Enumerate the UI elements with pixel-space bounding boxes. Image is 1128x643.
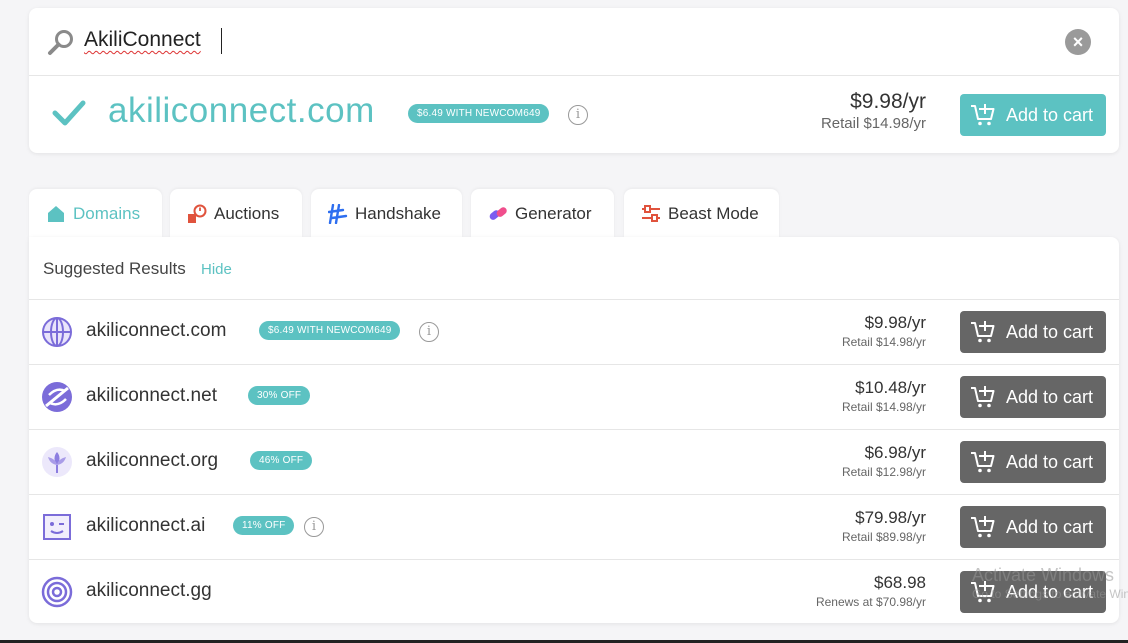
info-icon[interactable]: i (304, 517, 324, 537)
price: $10.48/yr (855, 378, 926, 397)
tab-label: Generator (515, 204, 592, 223)
hide-link[interactable]: Hide (201, 261, 232, 278)
promo-badge: 11% OFF (233, 516, 295, 535)
home-icon (48, 206, 64, 222)
promo-badge: $6.49 WITH NEWCOM649 (259, 321, 401, 340)
add-to-cart-label: Add to cart (1006, 321, 1094, 342)
promo-badge: 30% OFF (248, 386, 311, 405)
add-to-cart-label: Add to cart (1006, 386, 1094, 407)
add-to-cart-button[interactable]: Add to cart (960, 506, 1106, 548)
lotus-icon (42, 447, 72, 477)
results-title: Suggested Results (43, 259, 186, 278)
globe-icon (42, 317, 72, 347)
tab-label: Handshake (355, 204, 442, 223)
search-bar[interactable]: AkiliConnect × (29, 8, 1119, 76)
close-icon[interactable]: × (1065, 29, 1091, 55)
target-icon (41, 576, 73, 608)
add-to-cart-button[interactable]: Add to cart (960, 94, 1106, 136)
retail-price: Retail $14.98/yr (841, 335, 926, 349)
retail-price: Retail $89.98/yr (841, 530, 926, 544)
add-to-cart-label: Add to cart (1006, 516, 1094, 537)
activation-watermark: Activate Windows Go to Settings to activ… (972, 565, 1128, 601)
price-block: $6.98/yr Retail $12.98/yr (842, 443, 926, 479)
list-item: akiliconnect.gg $68.98 Renews at $70.98/… (29, 560, 1119, 625)
add-to-cart-label: Add to cart (1006, 451, 1094, 472)
auction-icon (188, 204, 207, 223)
search-icon (48, 30, 73, 55)
search-input[interactable]: AkiliConnect (84, 28, 201, 52)
price-block: $10.48/yr Retail $14.98/yr (842, 378, 926, 414)
price-block: $68.98 Renews at $70.98/yr (816, 573, 926, 609)
tab-beast-mode[interactable]: Beast Mode (624, 189, 779, 239)
tab-label: Beast Mode (668, 204, 759, 223)
net-icon (42, 382, 72, 412)
check-icon (52, 100, 86, 126)
info-icon[interactable]: i (419, 322, 439, 342)
price-block: $9.98/yr Retail $14.98/yr (842, 313, 926, 349)
renewal-price: Renews at $70.98/yr (815, 595, 926, 609)
domain-name[interactable]: akiliconnect.org (86, 450, 218, 472)
robot-icon (43, 514, 71, 540)
suggested-results-panel: Suggested Results Hide akiliconnect.com … (29, 237, 1119, 623)
add-to-cart-button[interactable]: Add to cart (960, 311, 1106, 353)
tab-label: Auctions (214, 204, 280, 223)
text-caret (221, 28, 222, 54)
list-item: akiliconnect.net 30% OFF $10.48/yr Retai… (29, 365, 1119, 430)
price: $9.98/yr (864, 313, 926, 332)
handshake-icon (328, 204, 348, 224)
cart-icon (971, 516, 995, 538)
exact-match-row: akiliconnect.com $6.49 WITH NEWCOM649 i … (29, 77, 1119, 153)
add-to-cart-label: Add to cart (1006, 104, 1094, 125)
tab-auctions[interactable]: Auctions (170, 189, 302, 239)
tab-label: Domains (73, 204, 141, 223)
sliders-icon (642, 205, 660, 222)
price: $6.98/yr (864, 443, 926, 462)
cart-icon (971, 321, 995, 343)
retail-price: Retail $12.98/yr (841, 465, 926, 479)
domain-name[interactable]: akiliconnect.com (86, 320, 226, 342)
add-to-cart-button[interactable]: Add to cart (960, 441, 1106, 483)
search-card: AkiliConnect × akiliconnect.com $6.49 WI… (29, 8, 1119, 153)
exact-match-price: $9.98/yr Retail $14.98/yr (821, 90, 926, 132)
promo-badge: 46% OFF (250, 451, 313, 470)
price: $79.98/yr (855, 508, 926, 527)
tab-domains[interactable]: Domains (29, 189, 162, 239)
exact-match-domain: akiliconnect.com (108, 91, 375, 130)
promo-badge: $6.49 WITH NEWCOM649 (408, 104, 550, 123)
add-to-cart-button[interactable]: Add to cart (960, 376, 1106, 418)
watermark-title: Activate Windows (972, 565, 1115, 585)
price: $68.98 (874, 573, 926, 592)
price-block: $79.98/yr Retail $89.98/yr (842, 508, 926, 544)
retail-price: Retail $14.98/yr (820, 115, 926, 132)
retail-price: Retail $14.98/yr (841, 400, 926, 414)
domain-name[interactable]: akiliconnect.ai (86, 515, 205, 537)
results-header: Suggested Results Hide (29, 237, 1119, 300)
watermark-subtitle: Go to Settings to activate Windows. (972, 587, 1128, 601)
cart-icon (971, 104, 995, 126)
list-item: akiliconnect.ai 11% OFF i $79.98/yr Reta… (29, 495, 1119, 560)
generator-icon (489, 207, 507, 220)
tab-handshake[interactable]: Handshake (311, 189, 462, 239)
info-icon[interactable]: i (568, 105, 588, 125)
cart-icon (971, 386, 995, 408)
list-item: akiliconnect.org 46% OFF $6.98/yr Retail… (29, 430, 1119, 495)
tab-generator[interactable]: Generator (471, 189, 614, 239)
domain-name[interactable]: akiliconnect.gg (86, 580, 212, 602)
cart-icon (971, 451, 995, 473)
domain-name[interactable]: akiliconnect.net (86, 385, 217, 407)
price: $9.98/yr (850, 90, 926, 113)
list-item: akiliconnect.com $6.49 WITH NEWCOM649 i … (29, 300, 1119, 365)
